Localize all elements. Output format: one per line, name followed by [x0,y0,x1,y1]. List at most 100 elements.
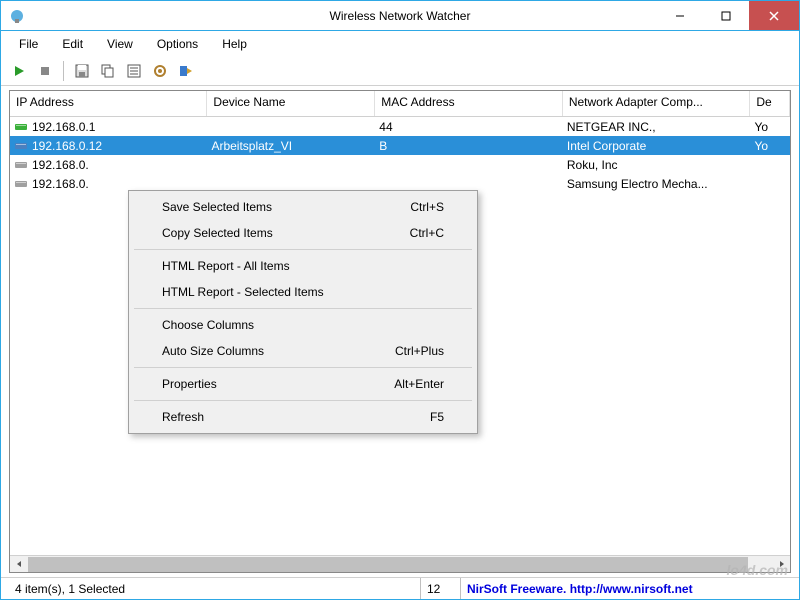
cell-adapter: Intel Corporate [563,138,751,154]
maximize-button[interactable] [703,1,749,30]
cell-mac: 44 [375,119,563,135]
device-icon [14,139,28,153]
options-button[interactable] [148,59,172,83]
context-menu-separator [134,367,472,368]
context-menu-item[interactable]: Properties Alt+Enter [132,371,474,397]
context-menu-item[interactable]: Auto Size Columns Ctrl+Plus [132,338,474,364]
play-button[interactable] [7,59,31,83]
context-menu-shortcut: Ctrl+S [410,200,444,214]
chevron-left-icon [15,560,23,568]
context-menu-label: Choose Columns [162,318,254,332]
context-menu-shortcut: Alt+Enter [394,377,444,391]
app-icon [9,8,25,24]
cell-adapter: Samsung Electro Mecha... [563,176,751,192]
window-controls [657,1,799,30]
cell-mac: B [375,138,563,154]
cell-device [207,183,375,185]
context-menu-shortcut: Ctrl+Plus [395,344,444,358]
context-menu-shortcut: F5 [430,410,444,424]
toolbar-separator [63,61,64,81]
minimize-icon [675,11,685,21]
menu-bar: File Edit View Options Help [1,31,799,57]
menu-view[interactable]: View [97,35,143,53]
context-menu: Save Selected Items Ctrl+S Copy Selected I… [128,190,478,434]
cell-dev2: Yo [750,119,790,135]
context-menu-shortcut: Ctrl+C [410,226,444,240]
menu-file[interactable]: File [9,35,48,53]
context-menu-label: HTML Report - Selected Items [162,285,324,299]
stop-icon [39,65,51,77]
device-icon [14,120,28,134]
cell-device [207,126,375,128]
context-menu-label: Save Selected Items [162,200,272,214]
cell-mac [375,164,563,166]
properties-button[interactable] [122,59,146,83]
status-count: 12 [421,578,461,599]
gear-icon [153,64,167,78]
cell-dev2 [750,164,790,166]
device-icon [14,177,28,191]
context-menu-label: Copy Selected Items [162,226,273,240]
status-link[interactable]: NirSoft Freeware. http://www.nirsoft.net [467,582,693,596]
context-menu-item[interactable]: Save Selected Items Ctrl+S [132,194,474,220]
context-menu-item[interactable]: Copy Selected Items Ctrl+C [132,220,474,246]
cell-ip: 192.168.0.12 [10,138,207,154]
toolbar [1,57,799,86]
cell-dev2: Yo [750,138,790,154]
chevron-right-icon [778,560,786,568]
scrollbar-thumb[interactable] [28,557,748,572]
copy-button[interactable] [96,59,120,83]
context-menu-item[interactable]: Choose Columns [132,312,474,338]
context-menu-label: Auto Size Columns [162,344,264,358]
cell-mac [375,183,563,185]
stop-button[interactable] [33,59,57,83]
minimize-button[interactable] [657,1,703,30]
menu-help[interactable]: Help [212,35,257,53]
cell-ip: 192.168.0. [10,157,207,173]
context-menu-item[interactable]: HTML Report - Selected Items [132,279,474,305]
scroll-left-button[interactable] [10,556,27,573]
close-button[interactable] [749,1,799,30]
cell-adapter: NETGEAR INC., [563,119,751,135]
title-bar[interactable]: Wireless Network Watcher [1,1,799,31]
column-header-mac[interactable]: MAC Address [375,91,563,116]
maximize-icon [721,11,731,21]
play-icon [13,65,25,77]
column-header-device[interactable]: Device Name [207,91,375,116]
column-headers: IP Address Device Name MAC Address Netwo… [10,91,790,117]
table-row[interactable]: 192.168.0.12Arbeitsplatz_VIBIntel Corpor… [10,136,790,155]
context-menu-label: Properties [162,377,217,391]
horizontal-scrollbar[interactable] [10,555,790,572]
context-menu-item[interactable]: Refresh F5 [132,404,474,430]
context-menu-separator [134,308,472,309]
cell-adapter: Roku, Inc [563,157,751,173]
table-row[interactable]: 192.168.0.1 44NETGEAR INC.,Yo [10,117,790,136]
column-header-ip[interactable]: IP Address [10,91,207,116]
exit-icon [179,64,193,78]
context-menu-item[interactable]: HTML Report - All Items [132,253,474,279]
menu-options[interactable]: Options [147,35,208,53]
column-header-adapter[interactable]: Network Adapter Comp... [563,91,751,116]
context-menu-separator [134,249,472,250]
status-bar: 4 item(s), 1 Selected 12 NirSoft Freewar… [1,577,799,599]
column-header-dev2[interactable]: De [750,91,790,116]
cell-device: Arbeitsplatz_VI [207,138,375,154]
device-icon [14,158,28,172]
exit-button[interactable] [174,59,198,83]
status-items: 4 item(s), 1 Selected [9,578,421,599]
scroll-right-button[interactable] [773,556,790,573]
save-icon [75,64,89,78]
context-menu-label: HTML Report - All Items [162,259,290,273]
copy-icon [101,64,115,78]
close-icon [769,11,779,21]
menu-edit[interactable]: Edit [52,35,93,53]
cell-ip: 192.168.0.1 [10,119,207,135]
cell-dev2 [750,183,790,185]
cell-device [207,164,375,166]
save-button[interactable] [70,59,94,83]
properties-icon [127,64,141,78]
table-row[interactable]: 192.168.0. Roku, Inc [10,155,790,174]
context-menu-label: Refresh [162,410,204,424]
context-menu-separator [134,400,472,401]
window-title: Wireless Network Watcher [330,9,471,23]
